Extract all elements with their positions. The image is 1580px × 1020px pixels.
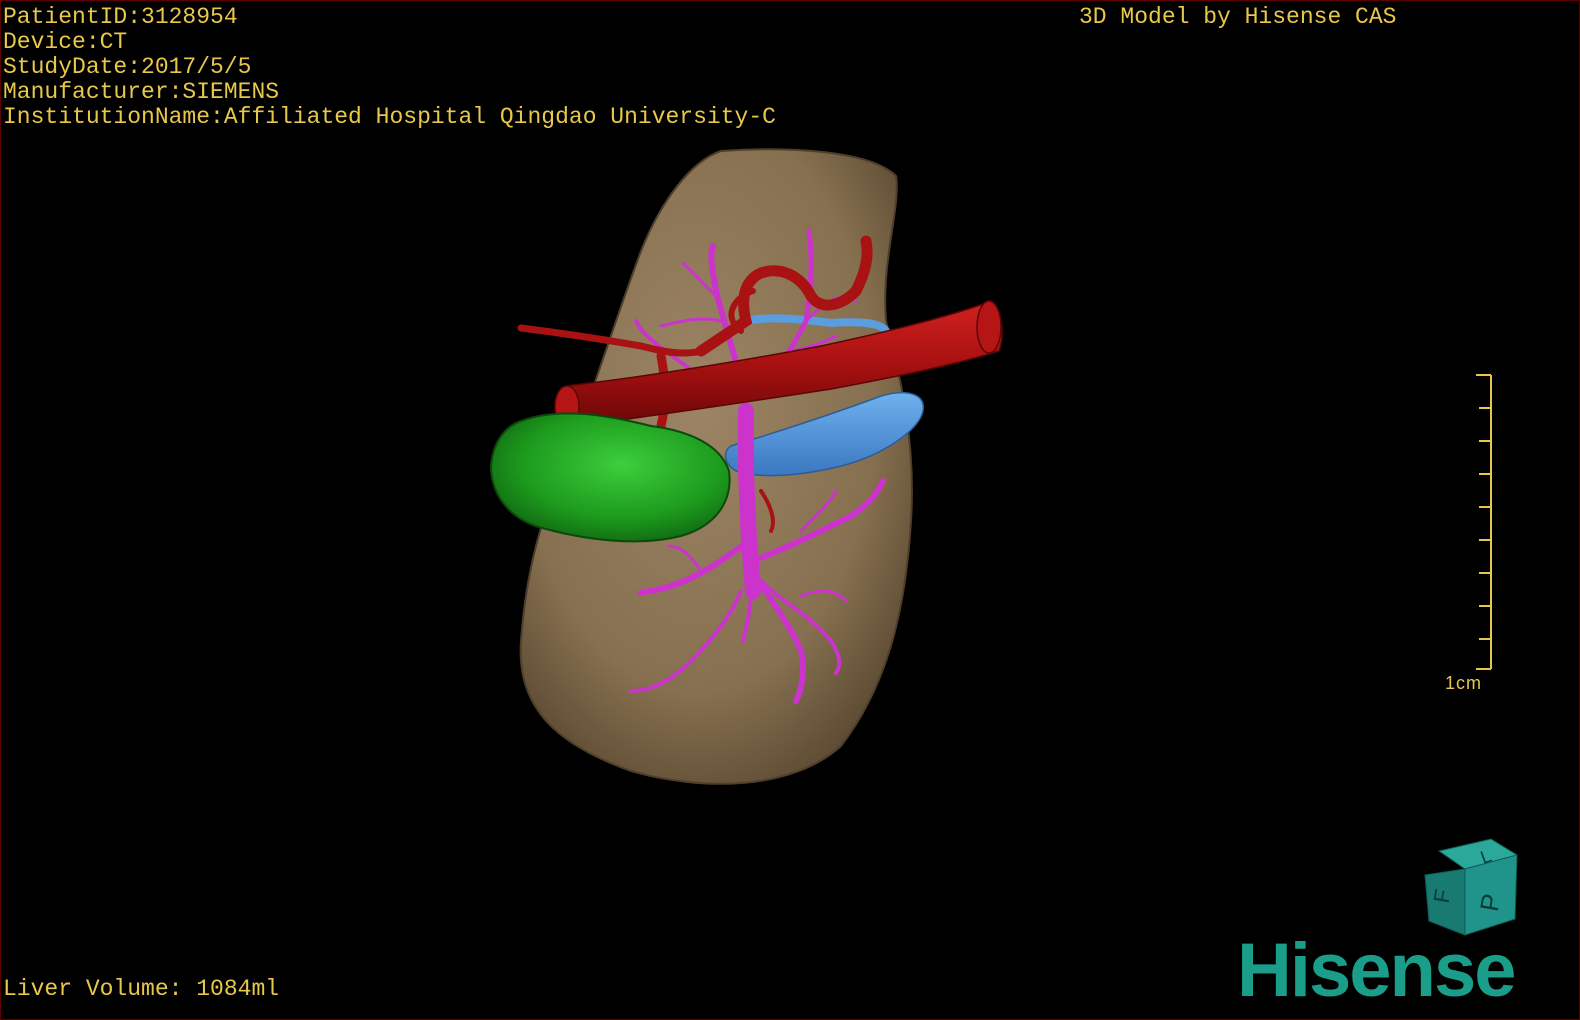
scale-bar-label: 1cm	[1445, 673, 1483, 693]
institution-label: InstitutionName:Affiliated Hospital Qing…	[3, 104, 776, 130]
device-label: Device:CT	[3, 29, 128, 55]
aorta-end	[976, 300, 1002, 354]
liver-volume-label: Liver Volume: 1084ml	[3, 976, 280, 1002]
manufacturer-label: Manufacturer:SIEMENS	[3, 79, 280, 105]
patient-id-label: PatientID:3128954	[3, 4, 238, 30]
hisense-logo: Hisense	[1237, 928, 1516, 1013]
orientation-cube[interactable]: F L P	[1419, 833, 1529, 943]
model-watermark: 3D Model by Hisense CAS	[1079, 4, 1397, 30]
liver-3d-model[interactable]	[1, 1, 1580, 1020]
scale-bar	[1476, 374, 1492, 670]
3d-viewer-viewport[interactable]: PatientID:3128954 Device:CT StudyDate:20…	[0, 0, 1580, 1020]
study-date-label: StudyDate:2017/5/5	[3, 54, 252, 80]
